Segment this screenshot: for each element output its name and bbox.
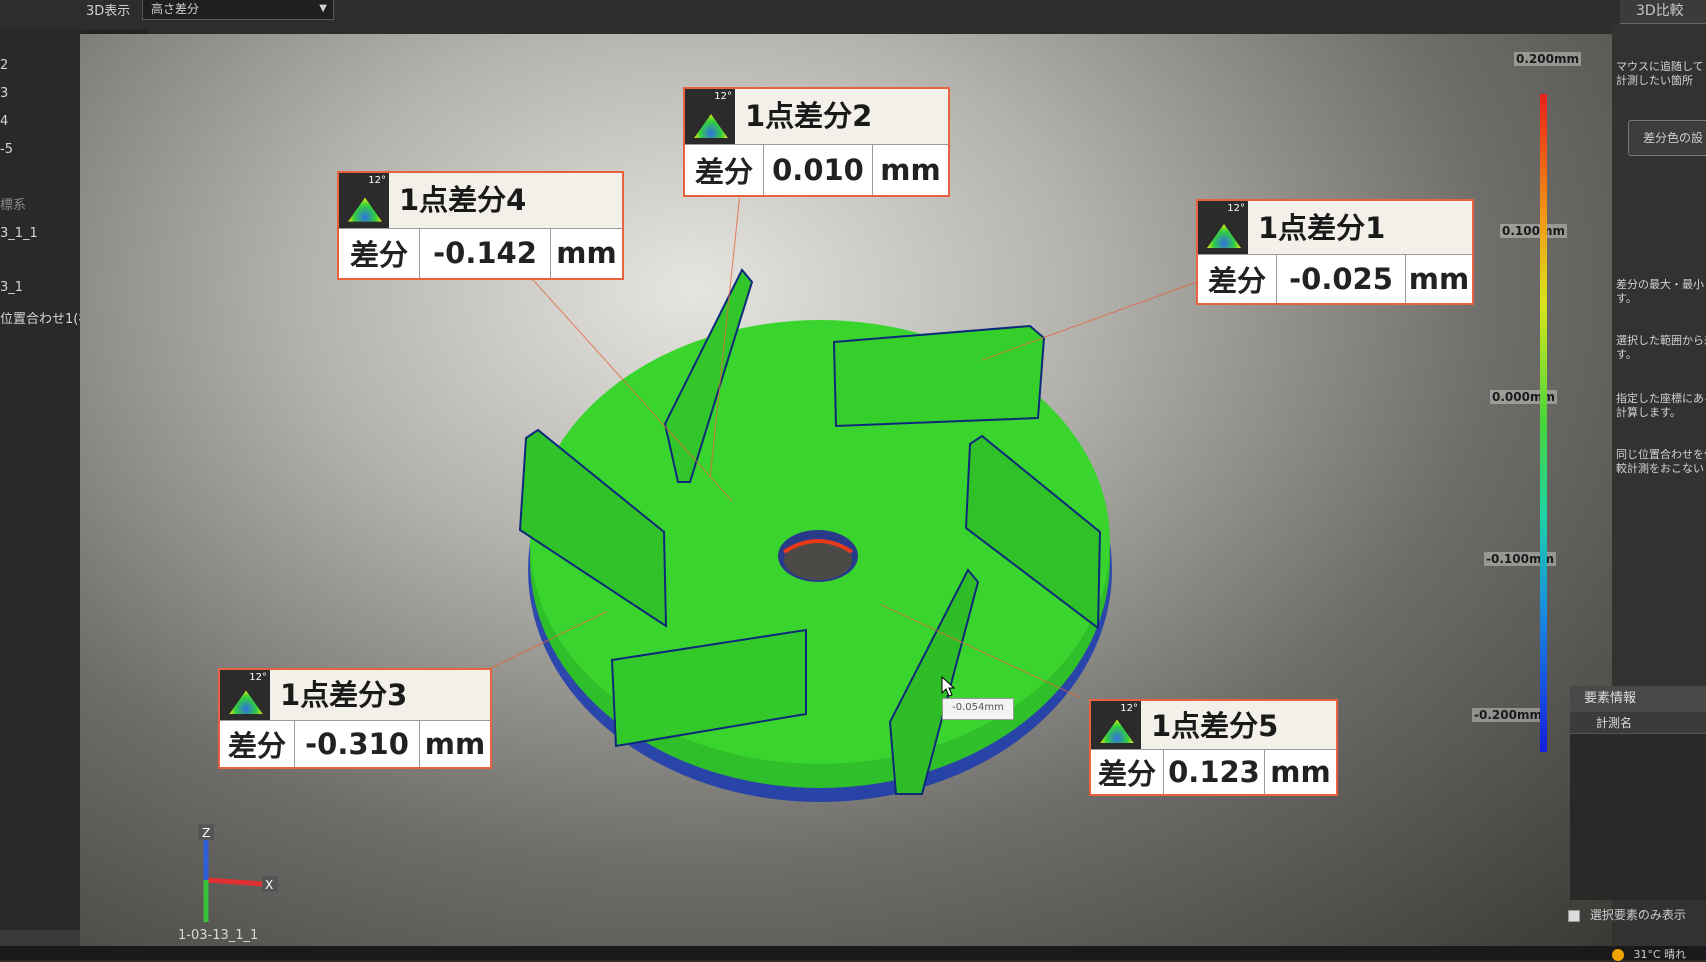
callout-unit: mm (1270, 754, 1331, 789)
panel-note-line: マウスに追随して (1616, 60, 1704, 73)
view-mode-select[interactable]: 高さ差分 ▼ (142, 0, 334, 20)
scale-label: 0.100mm (1500, 224, 1567, 238)
callout-header: 12° 1点差分1 (1198, 201, 1472, 256)
panel-desc-line: 指定した座標にある (1616, 392, 1706, 405)
selected-only-checkbox[interactable] (1568, 909, 1580, 922)
axis-gizmo: Z X (198, 824, 278, 922)
tree-item[interactable]: 2 (0, 58, 8, 73)
callout-title: 1点差分3 (280, 678, 408, 712)
callout-point-diff-2[interactable]: 12° 1点差分2 差分 0.010 mm (683, 87, 950, 197)
tree-item[interactable]: 3 (0, 86, 8, 101)
scale-max-label: 0.200mm (1514, 52, 1581, 66)
callout-point-diff-1[interactable]: 12° 1点差分1 差分 -0.025 mm (1196, 199, 1474, 305)
chevron-down-icon: ▼ (319, 3, 327, 14)
callout-unit: mm (424, 726, 486, 761)
callout-unit: mm (556, 235, 617, 270)
panel-desc-line: 計算します。 (1616, 406, 1681, 419)
callout-value: 0.010 (764, 144, 873, 195)
callout-title: 1点差分1 (1258, 211, 1386, 245)
callout-header: 12° 1点差分3 (220, 670, 490, 722)
axis-x-label: X (265, 878, 273, 892)
height-map-icon: 12° (1091, 701, 1141, 750)
cursor-value-tooltip: -0.054mm (942, 698, 1014, 720)
callout-title: 1点差分4 (399, 183, 527, 217)
file-name-label: 1-03-13_1_1 (178, 928, 259, 943)
callout-point-diff-5[interactable]: 12° 1点差分5 差分 0.123 mm (1089, 699, 1338, 796)
callout-value-row: 差分 -0.310 mm (220, 720, 490, 767)
callout-value: 0.123 (1164, 749, 1265, 794)
view-mode-value: 高さ差分 (151, 2, 200, 16)
callout-unit: mm (880, 152, 941, 187)
height-map-icon: 12° (1198, 201, 1248, 255)
callout-title: 1点差分2 (745, 99, 873, 133)
tree-group-label: 標系 (0, 198, 27, 213)
left-tree-panel: 2 3 4 -5 標系 3_1_1 3_1 位置合わせ1(初 (0, 30, 91, 940)
callout-value-row: 差分 0.010 mm (685, 144, 948, 195)
callout-point-diff-3[interactable]: 12° 1点差分3 差分 -0.310 mm (218, 668, 492, 769)
panel-desc-line: 同じ位置合わせを使 (1616, 448, 1706, 461)
taskbar: 31°C 晴れ (0, 946, 1706, 961)
callout-header: 12° 1点差分2 (685, 89, 948, 146)
color-scale-bar (1540, 94, 1547, 752)
element-info-header[interactable]: 要素情報 (1570, 686, 1706, 712)
element-info-list[interactable] (1570, 734, 1706, 900)
tree-item[interactable]: -5 (0, 142, 13, 157)
tree-item[interactable]: 位置合わせ1(初 (0, 308, 91, 327)
callout-label: 差分 (220, 720, 295, 767)
weather-text: 31°C 晴れ (1633, 948, 1687, 961)
axis-z-label: Z (202, 826, 210, 840)
callout-value: -0.310 (295, 720, 420, 767)
mouse-cursor-icon (941, 676, 955, 697)
callout-value-row: 差分 -0.025 mm (1198, 254, 1472, 303)
callout-label: 差分 (1198, 254, 1277, 303)
callout-title: 1点差分5 (1151, 709, 1279, 743)
tab-3d-compare[interactable]: 3D比較 (1620, 0, 1706, 24)
callout-value: -0.142 (420, 227, 551, 278)
top-toolbar: 3D表示 高さ差分 ▼ (0, 0, 1706, 34)
tree-item[interactable]: 3_1 (0, 280, 23, 295)
selected-only-label: 選択要素のみ表示 (1589, 908, 1686, 922)
callout-header: 12° 1点差分5 (1091, 701, 1336, 751)
height-map-icon: 12° (685, 89, 735, 145)
panel-desc-line: 差分の最大・最小 (1616, 278, 1704, 291)
callout-label: 差分 (339, 227, 420, 278)
measurement-name-column[interactable]: 計測名 (1570, 712, 1706, 734)
panel-note-line: 計測したい箇所 (1616, 74, 1693, 87)
callout-header: 12° 1点差分4 (339, 173, 622, 229)
tree-item[interactable]: 3_1_1 (0, 226, 38, 241)
callout-value-row: 差分 -0.142 mm (339, 227, 622, 278)
callout-value: -0.025 (1277, 254, 1406, 303)
callout-unit: mm (1408, 261, 1470, 296)
panel-desc-line: 選択した範囲から差 (1616, 334, 1706, 347)
diff-color-settings-button[interactable]: 差分色の設 (1628, 120, 1706, 156)
callout-point-diff-4[interactable]: 12° 1点差分4 差分 -0.142 mm (337, 171, 624, 280)
panel-desc-line: す。 (1616, 292, 1637, 305)
view-mode-label: 3D表示 (86, 4, 131, 19)
selected-only-checkbox-row[interactable]: 選択要素のみ表示 (1568, 906, 1686, 923)
callout-label: 差分 (1091, 749, 1164, 794)
callout-label: 差分 (685, 144, 764, 195)
panel-desc-line: す。 (1616, 348, 1637, 361)
callout-value-row: 差分 0.123 mm (1091, 749, 1336, 794)
tree-item[interactable]: 4 (0, 114, 8, 129)
panel-desc-line: 較計測をおこないます (1616, 462, 1706, 475)
scale-min-label: -0.200mm (1472, 708, 1544, 722)
height-map-icon: 12° (220, 670, 270, 721)
height-map-icon: 12° (339, 173, 389, 228)
weather-sun-icon (1612, 949, 1624, 961)
